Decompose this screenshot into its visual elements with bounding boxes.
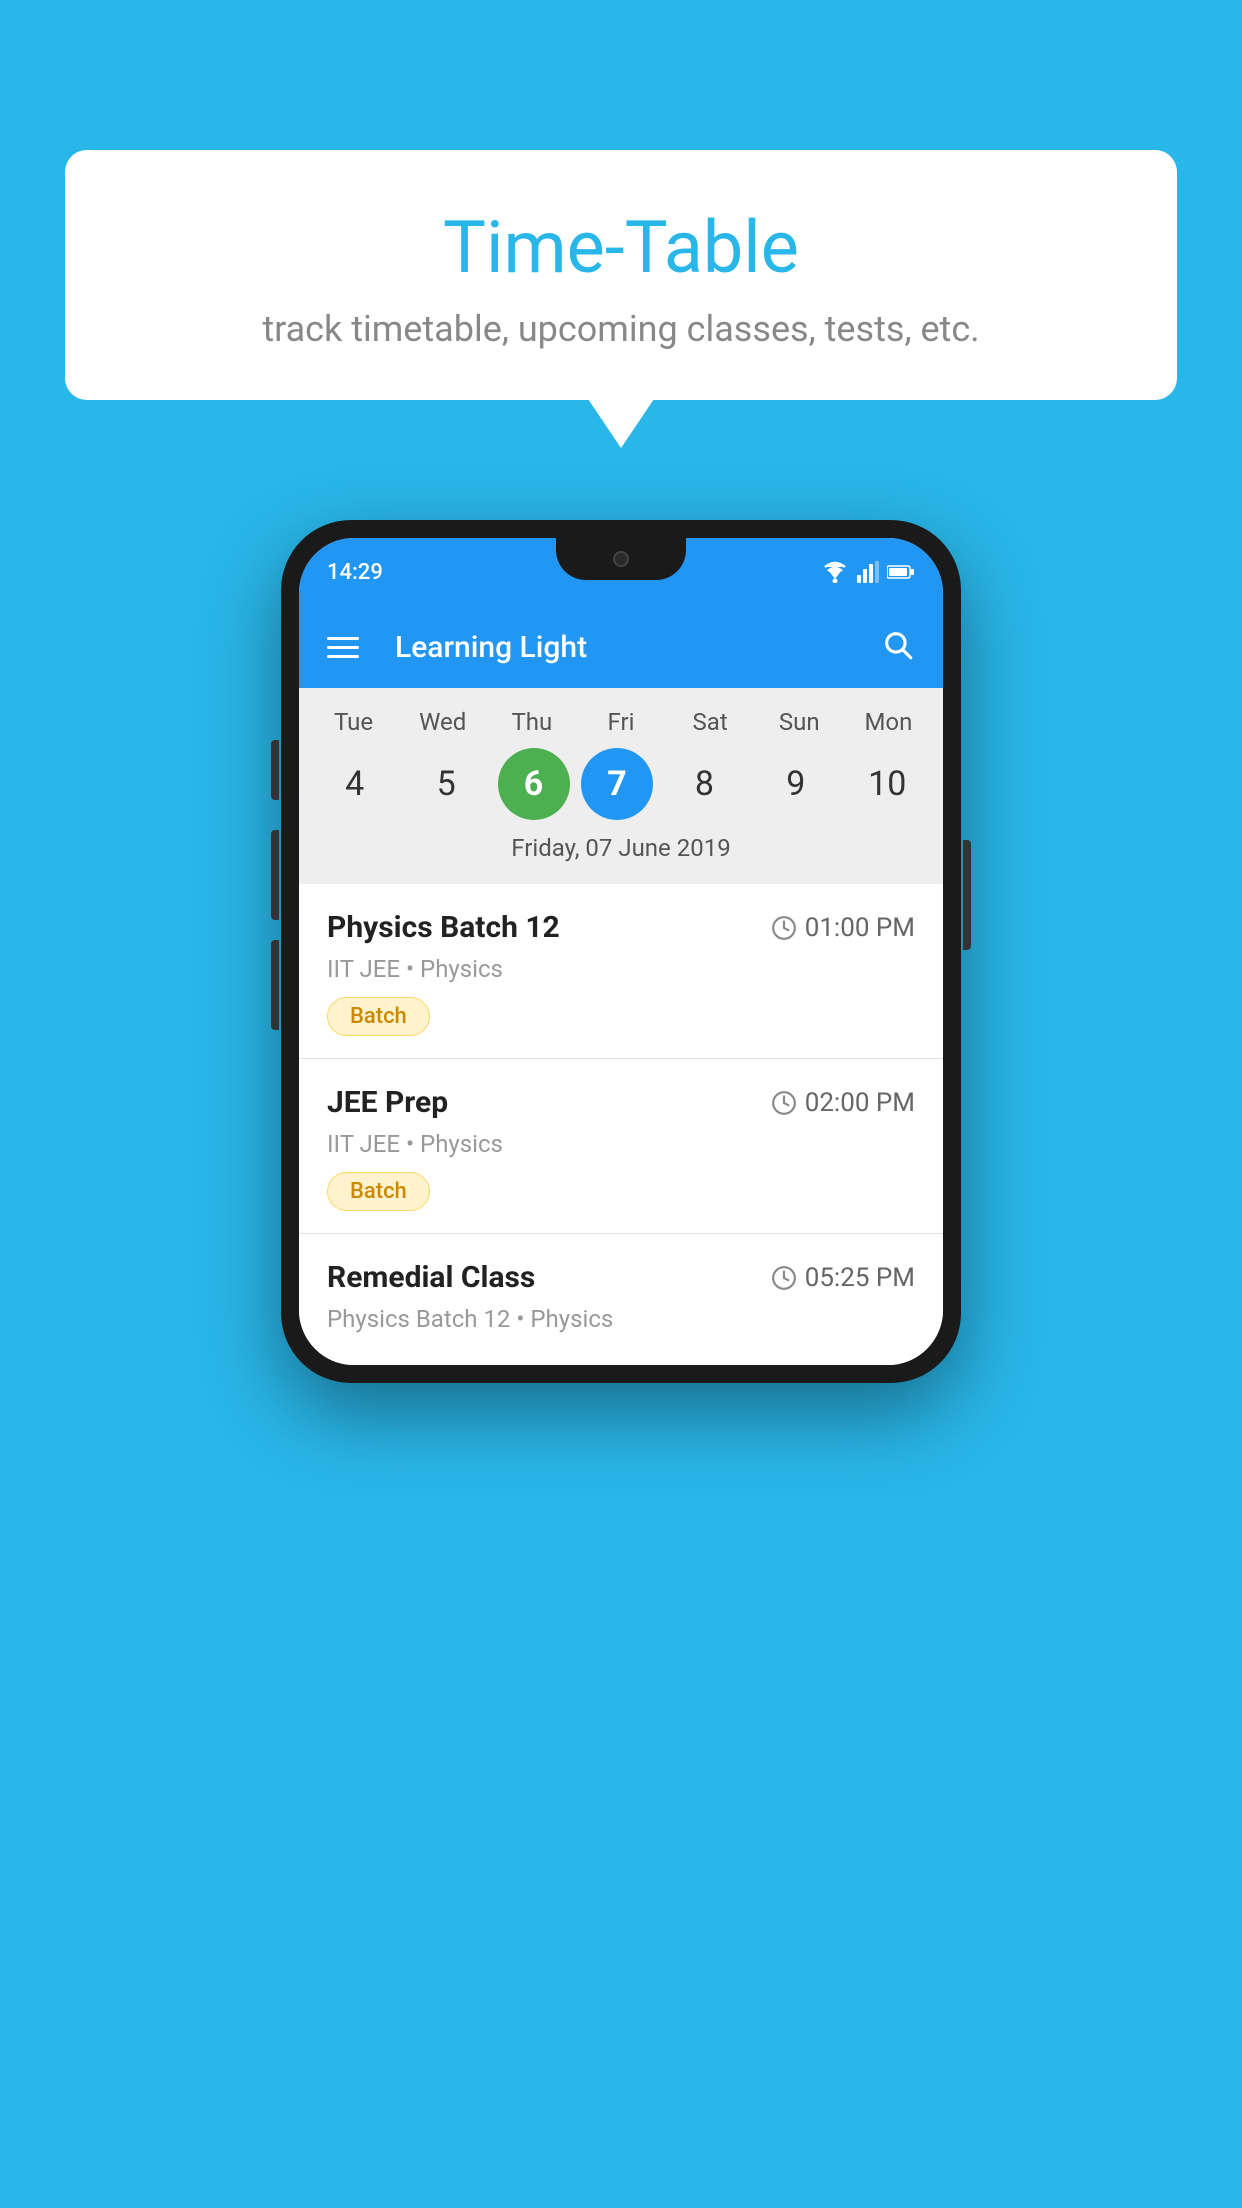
schedule-time-3: 05:25 PM [771,1263,915,1293]
signal-icon [857,561,879,583]
phone-screen: 14:29 [299,538,943,1365]
schedule-time-text-1: 01:00 PM [805,913,915,943]
day-headers-row: Tue Wed Thu Fri Sat Sun Mon [299,708,943,736]
bubble-title: Time-Table [125,205,1117,290]
day-7-selected[interactable]: 7 [581,748,653,820]
speech-bubble-section: Time-Table track timetable, upcoming cla… [65,150,1177,400]
day-header-fri: Fri [581,708,661,736]
batch-badge-2: Batch [327,1172,430,1211]
day-numbers-row: 4 5 6 7 8 9 10 [299,748,943,820]
schedule-time-text-2: 02:00 PM [805,1088,915,1118]
notch [556,538,686,580]
day-9[interactable]: 9 [756,748,836,820]
schedule-item-physics-batch[interactable]: Physics Batch 12 01:00 PM IIT JEE • Phys… [299,884,943,1059]
side-button-power [963,840,971,950]
side-button-volume-down [271,830,279,920]
clock-icon-3 [771,1265,797,1291]
day-header-thu: Thu [492,708,572,736]
side-button-volume-up [271,740,279,800]
schedule-item-header-1: Physics Batch 12 01:00 PM [327,910,915,945]
day-4[interactable]: 4 [315,748,395,820]
bubble-subtitle: track timetable, upcoming classes, tests… [125,308,1117,350]
schedule-subtitle-3: Physics Batch 12 • Physics [327,1305,915,1333]
hamburger-line-1 [327,637,359,640]
status-bar: 14:29 [299,538,943,606]
schedule-item-header-3: Remedial Class 05:25 PM [327,1260,915,1295]
search-button[interactable] [881,628,915,666]
camera [613,551,629,567]
hamburger-line-3 [327,655,359,658]
status-icons [821,561,915,583]
calendar-strip: Tue Wed Thu Fri Sat Sun Mon 4 5 6 7 8 9 … [299,688,943,884]
schedule-time-text-3: 05:25 PM [805,1263,915,1293]
day-header-wed: Wed [403,708,483,736]
day-header-mon: Mon [848,708,928,736]
schedule-item-jee-prep[interactable]: JEE Prep 02:00 PM IIT JEE • Physics Batc… [299,1059,943,1234]
hamburger-line-2 [327,646,359,649]
day-10[interactable]: 10 [847,748,927,820]
side-button-volume-down2 [271,940,279,1030]
day-6-today[interactable]: 6 [498,748,570,820]
day-header-sun: Sun [759,708,839,736]
menu-button[interactable] [327,637,359,658]
schedule-title-3: Remedial Class [327,1260,535,1295]
schedule-time-2: 02:00 PM [771,1088,915,1118]
app-bar: Learning Light [299,606,943,688]
schedule-subtitle-2: IIT JEE • Physics [327,1130,915,1158]
day-header-sat: Sat [670,708,750,736]
day-5[interactable]: 5 [406,748,486,820]
day-8[interactable]: 8 [664,748,744,820]
clock-icon-2 [771,1090,797,1116]
clock-icon-1 [771,915,797,941]
schedule-time-1: 01:00 PM [771,913,915,943]
schedule-title-2: JEE Prep [327,1085,448,1120]
status-time: 14:29 [327,560,383,585]
battery-icon [887,564,915,580]
batch-badge-1: Batch [327,997,430,1036]
schedule-title-1: Physics Batch 12 [327,910,560,945]
search-icon [881,628,915,662]
day-header-tue: Tue [314,708,394,736]
schedule-list: Physics Batch 12 01:00 PM IIT JEE • Phys… [299,884,943,1365]
schedule-item-header-2: JEE Prep 02:00 PM [327,1085,915,1120]
schedule-item-remedial[interactable]: Remedial Class 05:25 PM Physics Batch 12… [299,1234,943,1365]
schedule-subtitle-1: IIT JEE • Physics [327,955,915,983]
speech-bubble: Time-Table track timetable, upcoming cla… [65,150,1177,400]
phone-mockup: 14:29 [281,520,961,1383]
wifi-icon [821,561,849,583]
app-title: Learning Light [395,630,853,665]
phone-outer-frame: 14:29 [281,520,961,1383]
selected-date-label: Friday, 07 June 2019 [299,834,943,874]
